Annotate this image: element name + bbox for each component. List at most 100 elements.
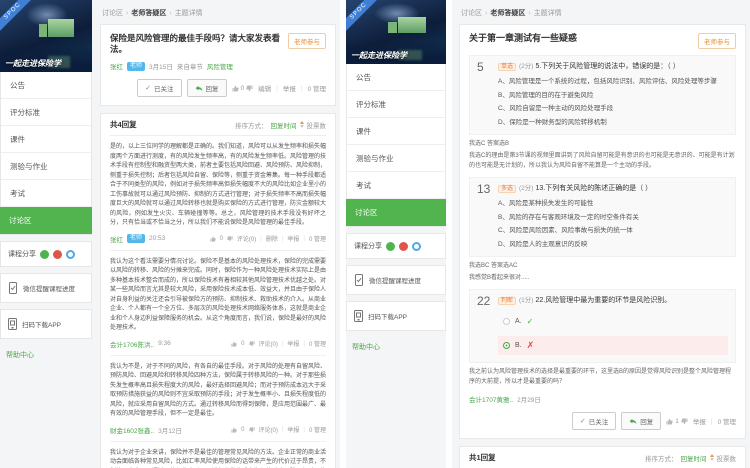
followed-button[interactable]: ✓已关注: [572, 412, 616, 430]
sort-by-votes[interactable]: 投票数: [307, 120, 327, 130]
manage-link[interactable]: 0 管理: [718, 416, 736, 426]
delete-link[interactable]: 删除: [266, 234, 278, 243]
comment-link[interactable]: 评论(0): [259, 425, 278, 434]
sort-by-time[interactable]: 回复时间: [271, 120, 297, 130]
weibo-share-icon[interactable]: [53, 250, 62, 259]
weibo-share-icon[interactable]: [399, 242, 408, 251]
help-center-link[interactable]: 帮助中心: [346, 331, 446, 352]
sort-arrows-icon[interactable]: [300, 121, 304, 128]
thumbnail-building: [39, 24, 47, 37]
sidebar-item-courseware[interactable]: 课件: [347, 118, 445, 145]
phone-check-icon: [8, 282, 18, 294]
sidebar-item-discussion[interactable]: 讨论区: [0, 207, 92, 234]
report-link[interactable]: 举报: [287, 234, 299, 243]
course-nav: 公告 评分标准 课件 测验与作业 考试 讨论区: [346, 64, 446, 227]
chapter-link[interactable]: 风险管理: [207, 61, 233, 71]
report-link[interactable]: 举报: [693, 416, 706, 426]
question-option: B、风险管理的目的在于避免风险: [498, 92, 728, 101]
manage-link[interactable]: 0 管理: [308, 83, 326, 93]
thumb-down-icon[interactable]: [249, 427, 255, 433]
teacher-join-button[interactable]: 老师参与: [288, 33, 326, 49]
help-center-link[interactable]: 帮助中心: [0, 339, 92, 360]
poster-comment: 我之前认为风险管理技术的选择是最重要的环节，这里选B的原因是觉得风险识别是整个风…: [469, 367, 736, 387]
breadcrumb-teacher-qa[interactable]: 老师答疑区: [490, 10, 525, 17]
sidebar-item-discussion[interactable]: 讨论区: [346, 199, 446, 226]
sidebar-item-grading[interactable]: 评分标准: [1, 99, 91, 126]
comment-link[interactable]: 评论(0): [259, 339, 278, 348]
sidebar-item-announcements[interactable]: 公告: [1, 72, 91, 99]
course-share-card: 课程分享: [0, 241, 92, 267]
question-text: 5.下列关于风险管理的说法中，错误的是：（ ）: [535, 63, 679, 70]
course-thumbnail[interactable]: SPOC 一起走进保险学: [0, 0, 92, 72]
sort-label: 排序方式：: [645, 453, 678, 463]
question-option: B、风险的存在与客观环境及一定的时空条件有关: [498, 214, 728, 223]
share-label: 课程分享: [8, 249, 36, 259]
right-replies-card: 共1回复 排序方式： 回复时间 投票数 关于风险管理最为重要的环节，有认为是选择…: [459, 446, 746, 468]
sort-arrows-icon[interactable]: [710, 454, 714, 461]
edit-link[interactable]: 编辑: [258, 83, 271, 93]
poster-comment: 我感觉B看起来很对.....: [469, 273, 736, 283]
question-option: C、风险自留是一种主动的风险处理手段: [498, 105, 728, 114]
report-link[interactable]: 举报: [287, 339, 299, 348]
thumb-up-icon[interactable]: [231, 427, 237, 433]
question-number: 5: [477, 61, 491, 127]
question-text: 22.风险管理中最为重要的环节是风险识别。: [535, 297, 671, 304]
wechat-progress-tool[interactable]: 微信提醒课程进度: [346, 265, 446, 295]
report-link[interactable]: 举报: [287, 425, 299, 434]
sidebar-item-exam[interactable]: 考试: [347, 172, 445, 199]
question-block-13: 13 多选(2分)13.下列有关风险的陈述正确的是（ ） A、风险是某种损失发生…: [469, 177, 736, 257]
vote-group: 0: [232, 85, 254, 92]
breadcrumb-topic-detail: 主题详情: [534, 10, 562, 17]
thumb-up-icon[interactable]: [666, 418, 673, 425]
manage-link[interactable]: 0 管理: [309, 234, 326, 243]
reply-button[interactable]: 回复: [187, 79, 227, 97]
followed-button[interactable]: ✓已关注: [137, 79, 181, 97]
middle-sidebar: SPOC 一起走进保险学 公告 评分标准 课件 测验与作业 考试 讨论区 课程分…: [346, 0, 446, 352]
download-app-tool[interactable]: 扫码下载APP: [346, 301, 446, 331]
download-app-tool[interactable]: 扫码下载APP: [0, 309, 92, 339]
question-score: (1分): [519, 297, 533, 304]
teacher-badge: 老师: [127, 62, 145, 71]
breadcrumb-discussion[interactable]: 讨论区: [461, 10, 482, 17]
wechat-progress-tool[interactable]: 微信提醒课程进度: [0, 273, 92, 303]
course-thumbnail[interactable]: SPOC 一起走进保险学: [346, 0, 446, 64]
reply-text: 是的，以上三位同学的理解都是正确的。我们知道，风险可以从发生频率和损失幅度两个方…: [110, 143, 326, 229]
thumb-down-icon[interactable]: [249, 341, 255, 347]
reply-text: 我认为对于企业来讲，保险并不是最佳的管理常见风险的方法。企业正常的商业活动会面临…: [110, 449, 326, 468]
manage-link[interactable]: 0 管理: [309, 339, 326, 348]
sidebar-item-grading[interactable]: 评分标准: [347, 91, 445, 118]
replies-count: 共4回复: [110, 119, 137, 130]
judge-option-b: B. ✗: [498, 336, 728, 355]
thumb-up-icon[interactable]: [210, 236, 216, 242]
sort-by-votes[interactable]: 投票数: [717, 453, 737, 463]
topic-author-row: 会计1707黄雅.. 2月29日: [469, 394, 736, 404]
sort-by-time[interactable]: 回复时间: [681, 453, 707, 463]
sidebar-item-courseware[interactable]: 课件: [1, 126, 91, 153]
thumb-up-icon[interactable]: [231, 341, 237, 347]
wechat-share-icon[interactable]: [40, 250, 49, 259]
manage-link[interactable]: 0 管理: [309, 425, 326, 434]
breadcrumb-teacher-qa[interactable]: 老师答疑区: [131, 10, 166, 17]
comment-link[interactable]: 评论(0): [237, 234, 256, 243]
breadcrumb-discussion[interactable]: 讨论区: [102, 10, 123, 17]
teacher-join-button[interactable]: 老师参与: [698, 33, 736, 49]
reply-actions: 0 评论(0) | 举报 | 0 管理: [231, 339, 326, 348]
thumb-down-icon[interactable]: [227, 236, 233, 242]
question-type-badge: 判断: [498, 297, 516, 305]
sidebar-item-exam[interactable]: 考试: [1, 180, 91, 207]
thumb-down-icon[interactable]: [246, 85, 253, 92]
thumb-up-icon[interactable]: [232, 85, 239, 92]
sidebar-item-quiz[interactable]: 测验与作业: [1, 153, 91, 180]
from-chapter-label: 来自章节: [177, 61, 203, 71]
sidebar-item-announcements[interactable]: 公告: [347, 64, 445, 91]
breadcrumb-separator: ›: [126, 10, 128, 17]
qq-share-icon[interactable]: [66, 250, 75, 259]
qq-share-icon[interactable]: [412, 242, 421, 251]
option-label: B.: [515, 342, 522, 349]
reply-button[interactable]: 回复: [621, 412, 661, 430]
thumb-down-icon[interactable]: [681, 418, 688, 425]
wechat-share-icon[interactable]: [386, 242, 395, 251]
report-link[interactable]: 举报: [283, 83, 296, 93]
sidebar-item-quiz[interactable]: 测验与作业: [347, 145, 445, 172]
reply-arrow-icon: [195, 85, 203, 92]
